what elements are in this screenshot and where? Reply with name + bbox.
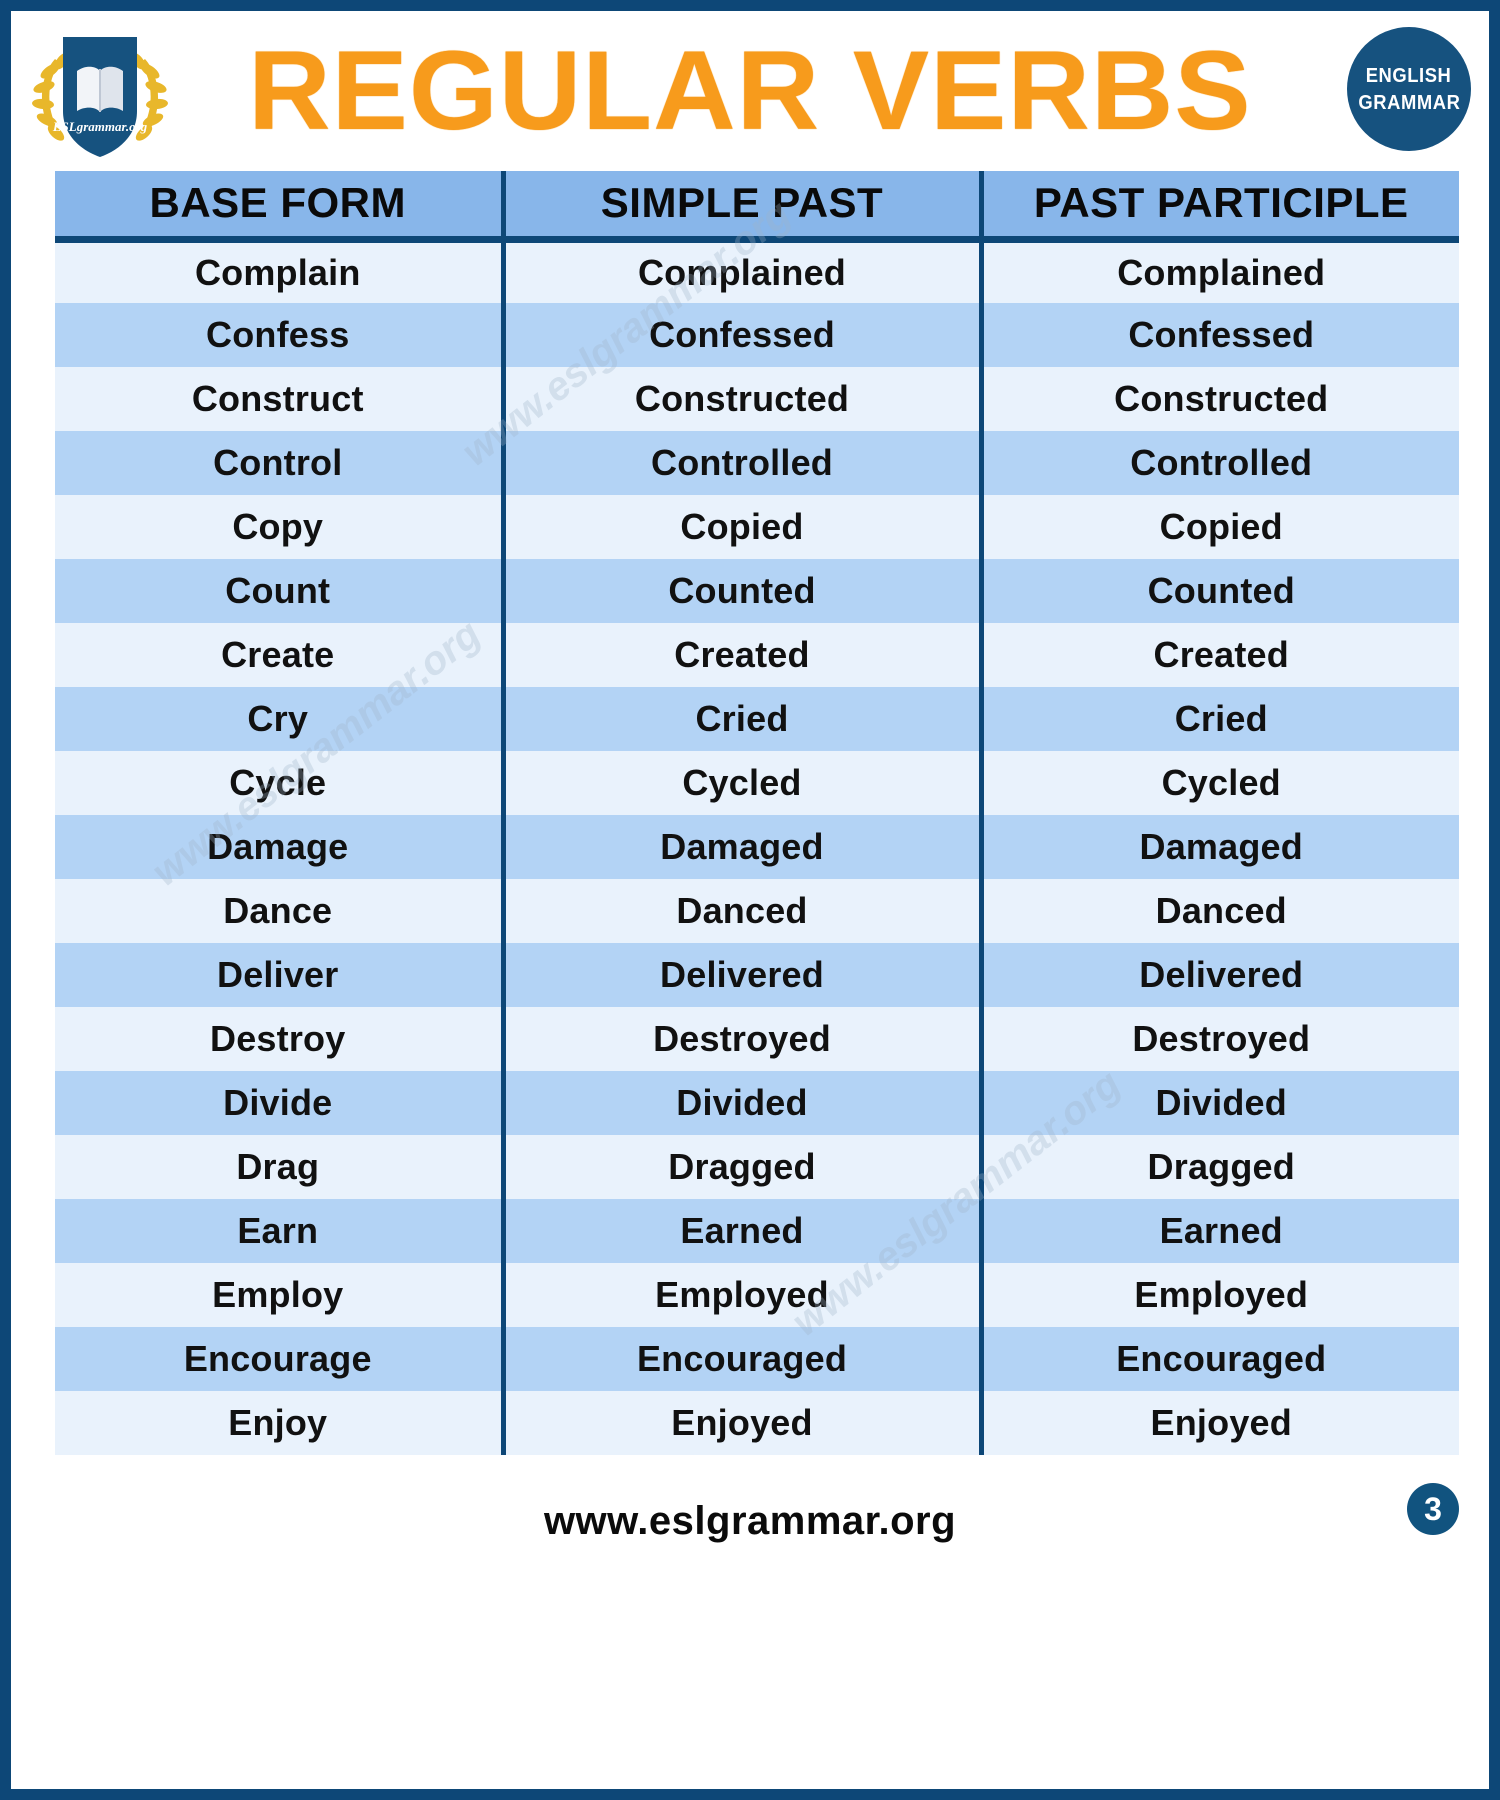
cell-past-participle: Cycled (978, 751, 1459, 815)
cell-past-participle: Employed (978, 1263, 1459, 1327)
table-row: Dance Danced Danced (55, 879, 1459, 943)
table-row: Confess Confessed Confessed (55, 303, 1459, 367)
cell-base-form: Employ (55, 1263, 503, 1327)
logo-text: ESLgrammar.org (52, 119, 148, 134)
cell-simple-past: Enjoyed (500, 1391, 981, 1455)
table-row: Construct Constructed Constructed (55, 367, 1459, 431)
verbs-table-container: www.eslgrammar.org www.eslgrammar.org ww… (55, 171, 1459, 1455)
cell-base-form: Cycle (55, 751, 503, 815)
table-body: Complain Complained Complained Confess Confe… (55, 239, 1459, 1455)
page-title: REGULAR VERBS (248, 28, 1252, 153)
cell-past-participle: Cried (978, 687, 1459, 751)
column-header-simple-past: SIMPLE PAST (500, 171, 981, 243)
cell-base-form: Cry (55, 687, 503, 751)
table-row: Copy Copied Copied (55, 495, 1459, 559)
cell-past-participle: Constructed (978, 367, 1459, 431)
cell-past-participle: Dragged (978, 1135, 1459, 1199)
cell-simple-past: Damaged (500, 815, 981, 879)
page-number-badge: 3 (1407, 1483, 1459, 1535)
cell-past-participle: Earned (978, 1199, 1459, 1263)
cell-past-participle: Complained (978, 239, 1459, 303)
cell-past-participle: Copied (978, 495, 1459, 559)
eslgrammar-logo: ESLgrammar.org (25, 19, 175, 167)
worksheet-inner: ESLgrammar.org REGULAR VERBS ENGLISH GRA… (11, 11, 1489, 1789)
cell-past-participle: Counted (978, 559, 1459, 623)
page-footer: www.eslgrammar.org 3 (11, 1455, 1489, 1587)
cell-base-form: Divide (55, 1071, 503, 1135)
table-row: Damage Damaged Damaged (55, 815, 1459, 879)
cell-base-form: Enjoy (55, 1391, 503, 1455)
cell-simple-past: Dragged (500, 1135, 981, 1199)
cell-past-participle: Encouraged (978, 1327, 1459, 1391)
cell-base-form: Create (55, 623, 503, 687)
page-header: ESLgrammar.org REGULAR VERBS ENGLISH GRA… (11, 11, 1489, 171)
cell-past-participle: Divided (978, 1071, 1459, 1135)
cell-base-form: Encourage (55, 1327, 503, 1391)
cell-base-form: Complain (55, 239, 503, 303)
table-row: Complain Complained Complained (55, 239, 1459, 303)
worksheet-page: ESLgrammar.org REGULAR VERBS ENGLISH GRA… (0, 0, 1500, 1800)
cell-base-form: Damage (55, 815, 503, 879)
table-row: Encourage Encouraged Encouraged (55, 1327, 1459, 1391)
regular-verbs-table: BASE FORM SIMPLE PAST PAST PARTICIPLE Co… (55, 171, 1459, 1455)
cell-simple-past: Created (500, 623, 981, 687)
cell-simple-past: Earned (500, 1199, 981, 1263)
cell-simple-past: Controlled (500, 431, 981, 495)
cell-base-form: Count (55, 559, 503, 623)
cell-past-participle: Created (978, 623, 1459, 687)
table-row: Count Counted Counted (55, 559, 1459, 623)
table-head: BASE FORM SIMPLE PAST PAST PARTICIPLE (55, 171, 1459, 243)
table-row: Drag Dragged Dragged (55, 1135, 1459, 1199)
table-row: Destroy Destroyed Destroyed (55, 1007, 1459, 1071)
badge-line-1: ENGLISH (1366, 64, 1452, 87)
cell-base-form: Dance (55, 879, 503, 943)
cell-base-form: Construct (55, 367, 503, 431)
english-grammar-badge: ENGLISH GRAMMAR (1347, 27, 1471, 151)
cell-simple-past: Constructed (500, 367, 981, 431)
cell-base-form: Deliver (55, 943, 503, 1007)
cell-past-participle: Delivered (978, 943, 1459, 1007)
cell-simple-past: Complained (500, 239, 981, 303)
cell-base-form: Copy (55, 495, 503, 559)
column-header-past-participle: PAST PARTICIPLE (978, 171, 1459, 243)
cell-past-participle: Confessed (978, 303, 1459, 367)
table-row: Cycle Cycled Cycled (55, 751, 1459, 815)
table-row: Cry Cried Cried (55, 687, 1459, 751)
cell-simple-past: Counted (500, 559, 981, 623)
cell-past-participle: Destroyed (978, 1007, 1459, 1071)
column-header-base-form: BASE FORM (55, 171, 503, 243)
cell-simple-past: Copied (500, 495, 981, 559)
table-row: Employ Employed Employed (55, 1263, 1459, 1327)
cell-simple-past: Destroyed (500, 1007, 981, 1071)
cell-simple-past: Danced (500, 879, 981, 943)
table-row: Divide Divided Divided (55, 1071, 1459, 1135)
cell-base-form: Confess (55, 303, 503, 367)
cell-simple-past: Cycled (500, 751, 981, 815)
cell-past-participle: Damaged (978, 815, 1459, 879)
table-row: Control Controlled Controlled (55, 431, 1459, 495)
cell-base-form: Destroy (55, 1007, 503, 1071)
table-row: Earn Earned Earned (55, 1199, 1459, 1263)
cell-simple-past: Delivered (500, 943, 981, 1007)
table-row: Create Created Created (55, 623, 1459, 687)
cell-simple-past: Encouraged (500, 1327, 981, 1391)
table-row: Deliver Delivered Delivered (55, 943, 1459, 1007)
cell-base-form: Control (55, 431, 503, 495)
badge-line-2: GRAMMAR (1357, 91, 1460, 114)
table-row: Enjoy Enjoyed Enjoyed (55, 1391, 1459, 1455)
cell-past-participle: Controlled (978, 431, 1459, 495)
table-header-row: BASE FORM SIMPLE PAST PAST PARTICIPLE (55, 171, 1459, 243)
cell-past-participle: Enjoyed (978, 1391, 1459, 1455)
cell-simple-past: Confessed (500, 303, 981, 367)
cell-base-form: Drag (55, 1135, 503, 1199)
cell-base-form: Earn (55, 1199, 503, 1263)
footer-url[interactable]: www.eslgrammar.org (544, 1499, 956, 1544)
cell-simple-past: Employed (500, 1263, 981, 1327)
cell-simple-past: Cried (500, 687, 981, 751)
cell-simple-past: Divided (500, 1071, 981, 1135)
cell-past-participle: Danced (978, 879, 1459, 943)
